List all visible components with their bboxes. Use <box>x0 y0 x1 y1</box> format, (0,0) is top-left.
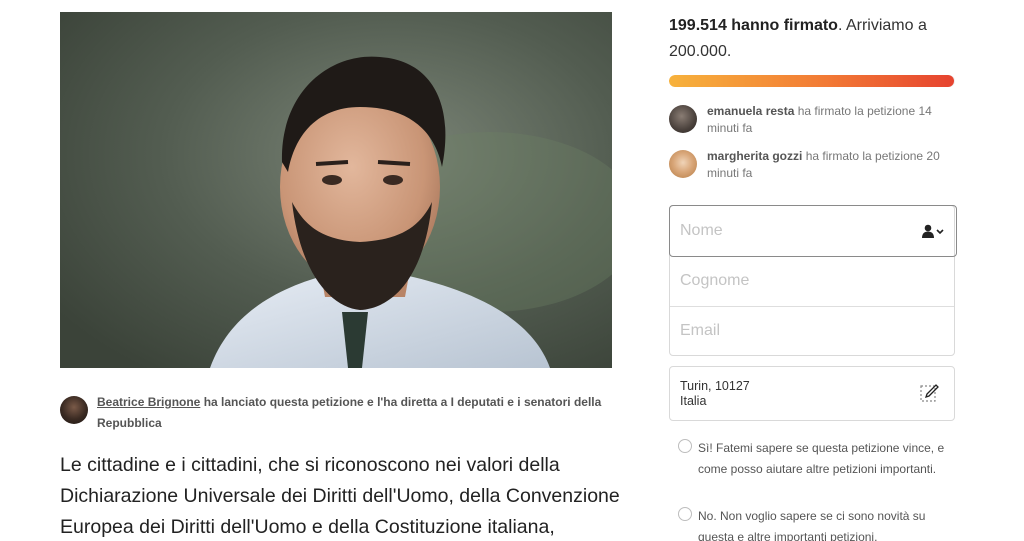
last-name-field[interactable] <box>670 256 954 306</box>
edit-icon[interactable] <box>920 383 940 403</box>
signer-text: margherita gozzi ha firmato la petizione… <box>707 148 955 182</box>
signature-form <box>669 205 957 356</box>
signature-progress-fill <box>669 75 955 87</box>
signer-name: margherita gozzi <box>707 149 803 163</box>
option-no[interactable]: No. Non voglio sapere se ci sono novità … <box>678 506 958 541</box>
radio-yes[interactable] <box>678 439 692 453</box>
email-field[interactable] <box>670 306 954 356</box>
location-text: Turin, 10127 Italia <box>680 379 750 409</box>
recent-signer: margherita gozzi ha firmato la petizione… <box>669 148 959 184</box>
option-yes-label: Sì! Fatemi sapere se questa petizione vi… <box>698 441 945 476</box>
starter-text: Beatrice Brignone ha lanciato questa pet… <box>97 392 612 434</box>
first-name-field[interactable] <box>669 205 957 257</box>
signature-progress-bar <box>669 75 955 87</box>
option-yes[interactable]: Sì! Fatemi sapere se questa petizione vi… <box>678 438 958 502</box>
petition-starter: Beatrice Brignone ha lanciato questa pet… <box>60 392 612 436</box>
portrait-illustration <box>60 12 612 368</box>
petition-body: Le cittadine e i cittadini, che si ricon… <box>60 454 620 538</box>
location-country: Italia <box>680 394 707 408</box>
signer-avatar <box>669 150 697 178</box>
signer-text: emanuela resta ha firmato la petizione 1… <box>707 103 955 137</box>
user-icon[interactable] <box>922 224 944 238</box>
location-city: Turin, 10127 <box>680 379 750 393</box>
signature-count-number: 199.514 hanno firmato <box>669 17 838 34</box>
petition-photo <box>60 12 612 368</box>
location-field[interactable]: Turin, 10127 Italia <box>669 366 955 421</box>
signer-name: emanuela resta <box>707 104 795 118</box>
radio-no[interactable] <box>678 507 692 521</box>
starter-avatar <box>60 396 88 424</box>
option-no-label: No. Non voglio sapere se ci sono novità … <box>698 509 926 541</box>
signer-avatar <box>669 105 697 133</box>
starter-name-link[interactable]: Beatrice Brignone <box>97 395 200 409</box>
recent-signer: emanuela resta ha firmato la petizione 1… <box>669 103 959 139</box>
signature-count: 199.514 hanno firmato. Arriviamo a 200.0… <box>669 13 959 65</box>
